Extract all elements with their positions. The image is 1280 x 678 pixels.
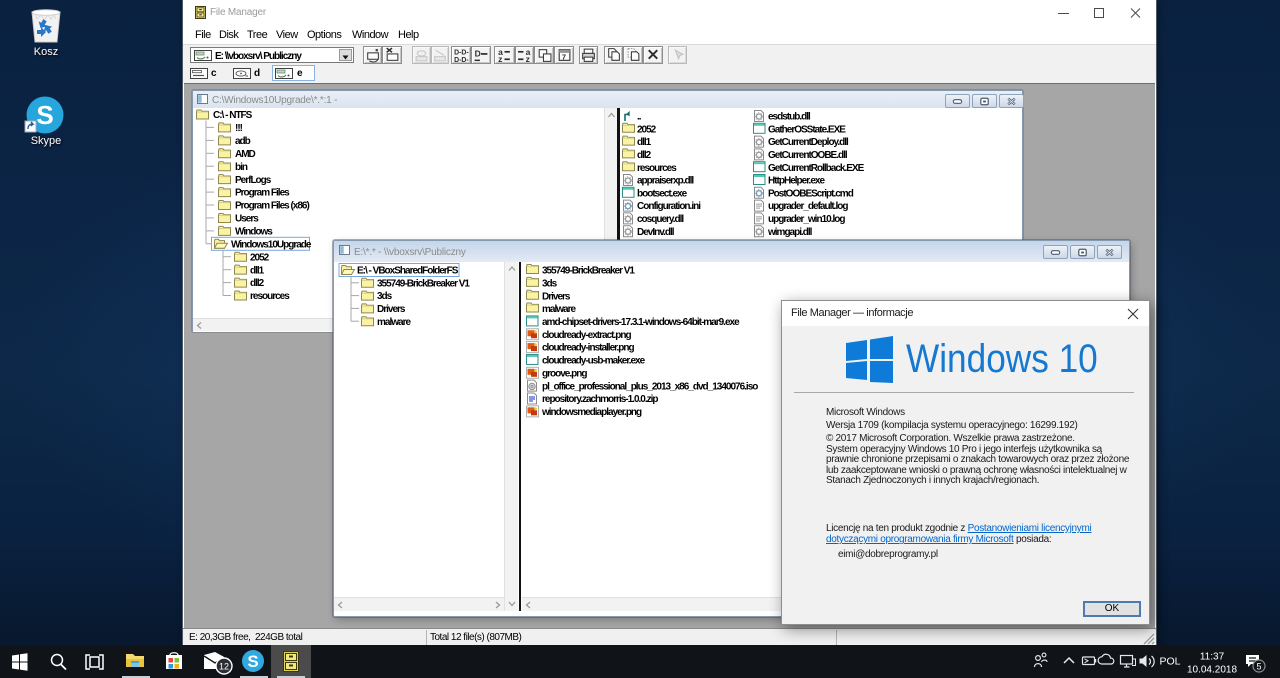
svg-text:PerfLogs: PerfLogs [235, 175, 272, 186]
svg-text:cloudready-extract.png: cloudready-extract.png [542, 330, 631, 341]
svg-text:adb: adb [235, 136, 251, 147]
svg-text:355749-BrickBreaker V1: 355749-BrickBreaker V1 [377, 278, 470, 289]
svg-text:malware: malware [377, 317, 411, 328]
svg-text:11:37: 11:37 [1200, 652, 1225, 663]
svg-text:cosquery.dll: cosquery.dll [637, 214, 684, 225]
svg-text:Program Files: Program Files [235, 188, 290, 199]
svg-text:cloudready-usb-maker.exe: cloudready-usb-maker.exe [542, 356, 646, 367]
svg-text:appraiserxp.dll: appraiserxp.dll [637, 176, 694, 187]
svg-text:upgrader_win10.log: upgrader_win10.log [768, 214, 845, 225]
svg-text:repository.zachmorris-1.0.0.zi: repository.zachmorris-1.0.0.zip [542, 394, 658, 405]
svg-text:5: 5 [1256, 662, 1261, 672]
svg-text:GetCurrentDeploy.dll: GetCurrentDeploy.dll [768, 137, 849, 148]
svg-text:malware: malware [542, 304, 576, 315]
svg-text:2052: 2052 [637, 124, 657, 135]
svg-text:10.04.2018: 10.04.2018 [1187, 665, 1237, 676]
svg-text:windowsmediaplayer.png: windowsmediaplayer.png [541, 407, 642, 418]
svg-text:Users: Users [235, 214, 259, 225]
svg-text:D: D [475, 49, 481, 59]
svg-text:2052: 2052 [250, 252, 270, 263]
svg-text:Configuration.ini: Configuration.ini [637, 201, 701, 212]
svg-text:C:\ - NTFS: C:\ - NTFS [213, 110, 253, 121]
svg-text:POL: POL [1159, 656, 1180, 668]
svg-text:GatherOSState.EXE: GatherOSState.EXE [768, 124, 846, 135]
svg-text:S: S [247, 652, 258, 671]
svg-text:bootsect.exe: bootsect.exe [637, 188, 688, 199]
svg-text:D-D-: D-D- [454, 49, 469, 56]
svg-text:cloudready-installer.png: cloudready-installer.png [542, 343, 634, 354]
svg-text:pl_office_professional_plus_20: pl_office_professional_plus_2013_x86_dvd… [542, 381, 758, 392]
svg-text:bin: bin [235, 162, 248, 173]
svg-text:HttpHelper.exe: HttpHelper.exe [768, 176, 825, 187]
svg-text:DevInv.dll: DevInv.dll [637, 227, 675, 238]
svg-text:AMD: AMD [235, 149, 256, 160]
svg-text:z: z [498, 54, 502, 63]
svg-text:3ds: 3ds [542, 278, 558, 289]
svg-text:D-D-: D-D- [454, 57, 469, 63]
svg-text:z: z [526, 54, 530, 63]
svg-text:3ds: 3ds [377, 291, 393, 302]
svg-text:Windows: Windows [235, 226, 273, 237]
svg-text:dll2: dll2 [637, 150, 652, 161]
svg-text:Drivers: Drivers [377, 304, 406, 315]
svg-text:E:\ - VBoxSharedFolderFS: E:\ - VBoxSharedFolderFS [357, 266, 459, 277]
svg-text:amd-chipset-drivers-17.3.1-win: amd-chipset-drivers-17.3.1-windows-64bit… [542, 317, 740, 328]
svg-text:S: S [36, 100, 53, 130]
svg-text:Windows10Upgrade: Windows10Upgrade [231, 239, 312, 250]
svg-text:!!!: !!! [235, 123, 243, 134]
svg-text:dll2: dll2 [250, 278, 265, 289]
svg-text:Drivers: Drivers [542, 291, 571, 302]
svg-text:wimgapi.dll: wimgapi.dll [767, 227, 813, 238]
svg-text:7: 7 [562, 52, 566, 61]
svg-text:GetCurrentRollback.EXE: GetCurrentRollback.EXE [768, 163, 865, 174]
svg-text:resources: resources [637, 163, 677, 174]
svg-text:PostOOBEScript.cmd: PostOOBEScript.cmd [768, 188, 854, 199]
svg-text:esdstub.dll: esdstub.dll [768, 112, 811, 123]
svg-text:355749-BrickBreaker V1: 355749-BrickBreaker V1 [542, 266, 635, 277]
svg-text:12: 12 [219, 662, 229, 672]
svg-text:groove.png: groove.png [542, 368, 587, 379]
svg-text:dll1: dll1 [250, 265, 265, 276]
svg-text:resources: resources [250, 291, 290, 302]
svg-text:upgrader_default.log: upgrader_default.log [768, 201, 848, 212]
svg-text:GetCurrentOOBE.dll: GetCurrentOOBE.dll [768, 150, 848, 161]
svg-text:Program Files (x86): Program Files (x86) [235, 201, 309, 212]
svg-text:dll1: dll1 [637, 137, 652, 148]
